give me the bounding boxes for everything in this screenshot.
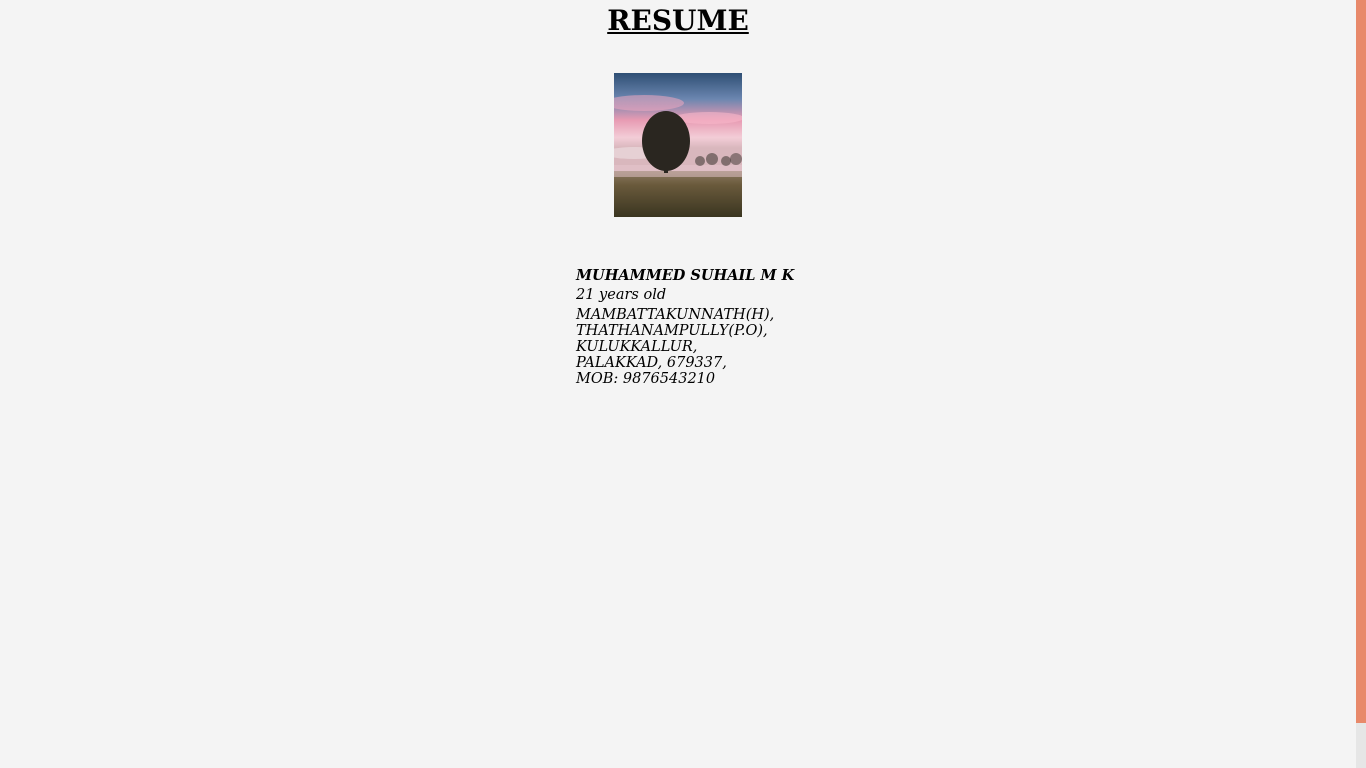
page-title: RESUME <box>607 4 749 37</box>
resume-page: RESUME MUHAMMED SUHAIL M K 21 years old … <box>0 0 1356 768</box>
address-line-3: KULUKKALLUR, <box>576 339 698 355</box>
vertical-scrollbar[interactable] <box>1356 0 1366 768</box>
phone-number: MOB: 9876543210 <box>576 371 716 387</box>
scrollbar-thumb[interactable] <box>1356 0 1366 723</box>
address-line-4: PALAKKAD, 679337, <box>576 355 727 371</box>
profile-photo <box>614 73 742 217</box>
address-line-1: MAMBATTAKUNNATH(H), <box>576 307 775 323</box>
personal-details: MUHAMMED SUHAIL M K 21 years old MAMBATT… <box>576 267 795 388</box>
address-line-2: THATHANAMPULLY(P.O), <box>576 323 768 339</box>
person-age: 21 years old <box>576 287 667 303</box>
person-name: MUHAMMED SUHAIL M K <box>576 267 795 284</box>
